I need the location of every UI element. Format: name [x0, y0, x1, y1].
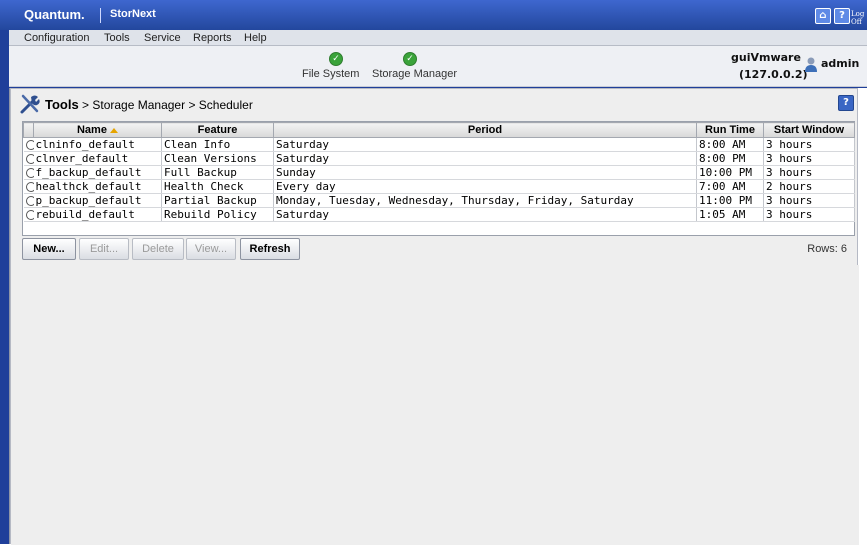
row-select-radio[interactable]: [25, 168, 34, 178]
cell-period: Every day: [273, 179, 697, 194]
row-select-radio[interactable]: [25, 140, 34, 150]
table-header-row: Name Feature Period Run Time Start Windo…: [23, 122, 855, 138]
cell-name: rebuild_default: [33, 207, 162, 222]
table-row[interactable]: clninfo_default Clean Info Saturday 8:00…: [23, 137, 855, 152]
host-ip: (127.0.0.2): [739, 68, 808, 81]
cell-name: clninfo_default: [33, 137, 162, 152]
cell-feature: Full Backup: [161, 165, 274, 180]
breadcrumb: Tools > Storage Manager > Scheduler: [45, 97, 253, 112]
menu-configuration[interactable]: Configuration: [24, 32, 89, 44]
menu-tools[interactable]: Tools: [104, 32, 130, 44]
cell-runtime: 11:00 PM: [696, 193, 764, 208]
column-header-feature[interactable]: Feature: [161, 122, 274, 138]
cell-name: p_backup_default: [33, 193, 162, 208]
breadcrumb-path: > Storage Manager > Scheduler: [78, 98, 253, 112]
cell-runtime: 10:00 PM: [696, 165, 764, 180]
cell-period: Sunday: [273, 165, 697, 180]
cell-startwindow: 3 hours: [763, 165, 855, 180]
user-name[interactable]: admin: [821, 57, 859, 70]
edit-button[interactable]: Edit...: [79, 238, 129, 260]
breadcrumb-root: Tools: [45, 97, 79, 112]
cell-feature: Health Check: [161, 179, 274, 194]
menu-help[interactable]: Help: [244, 32, 267, 44]
scheduler-panel: Tools > Storage Manager > Scheduler ? Na…: [10, 88, 859, 545]
help-icon[interactable]: ?: [834, 8, 850, 24]
cell-period: Monday, Tuesday, Wednesday, Thursday, Fr…: [273, 193, 697, 208]
refresh-button[interactable]: Refresh: [240, 238, 300, 260]
cell-name: f_backup_default: [33, 165, 162, 180]
menu-reports[interactable]: Reports: [193, 32, 232, 44]
column-header-period[interactable]: Period: [273, 122, 697, 138]
cell-feature: Partial Backup: [161, 193, 274, 208]
empty-workarea: [11, 265, 859, 545]
home-icon[interactable]: ⌂: [815, 8, 831, 24]
cell-runtime: 7:00 AM: [696, 179, 764, 194]
cell-startwindow: 3 hours: [763, 207, 855, 222]
quantum-logo: Quantum.: [24, 7, 85, 22]
app-frame: Quantum. StorNext ⌂ ? Log Off Configurat…: [0, 0, 867, 545]
sort-ascending-icon: [110, 127, 119, 133]
cell-period: Saturday: [273, 151, 697, 166]
scheduler-table: Name Feature Period Run Time Start Windo…: [22, 121, 855, 236]
status-filesystem-label[interactable]: File System: [302, 68, 359, 80]
menu-bar: Configuration Tools Service Reports Help: [9, 30, 867, 46]
cell-name: healthck_default: [33, 179, 162, 194]
column-header-runtime[interactable]: Run Time: [696, 122, 764, 138]
storage-manager-check-icon: ✓: [403, 52, 417, 66]
host-name: guiVmware: [731, 51, 801, 64]
cell-runtime: 1:05 AM: [696, 207, 764, 222]
table-row[interactable]: p_backup_default Partial Backup Monday, …: [23, 193, 855, 208]
title-bar: Quantum. StorNext ⌂ ? Log Off: [0, 0, 867, 30]
filesystem-check-icon: ✓: [329, 52, 343, 66]
table-row[interactable]: clnver_default Clean Versions Saturday 8…: [23, 151, 855, 166]
cell-name: clnver_default: [33, 151, 162, 166]
cell-runtime: 8:00 PM: [696, 151, 764, 166]
row-select-radio[interactable]: [25, 182, 34, 192]
cell-period: Saturday: [273, 207, 697, 222]
new-button[interactable]: New...: [22, 238, 76, 260]
status-storage-manager-label[interactable]: Storage Manager: [372, 68, 457, 80]
cell-period: Saturday: [273, 137, 697, 152]
cell-startwindow: 2 hours: [763, 179, 855, 194]
table-row[interactable]: f_backup_default Full Backup Sunday 10:0…: [23, 165, 855, 180]
cell-startwindow: 3 hours: [763, 137, 855, 152]
help-icon[interactable]: ?: [838, 95, 854, 111]
cell-runtime: 8:00 AM: [696, 137, 764, 152]
cell-startwindow: 3 hours: [763, 151, 855, 166]
row-select-radio[interactable]: [25, 196, 34, 206]
view-button[interactable]: View...: [186, 238, 236, 260]
row-select-radio[interactable]: [25, 210, 34, 220]
cell-feature: Clean Info: [161, 137, 274, 152]
user-icon: [805, 57, 817, 72]
main-content: Tools > Storage Manager > Scheduler ? Na…: [9, 88, 867, 545]
product-name: StorNext: [110, 8, 156, 20]
rows-count: Rows: 6: [807, 243, 847, 255]
row-select-radio[interactable]: [25, 154, 34, 164]
logoff-link[interactable]: Log Off: [851, 10, 867, 26]
cell-feature: Clean Versions: [161, 151, 274, 166]
brand-divider: [100, 8, 101, 23]
menu-service[interactable]: Service: [144, 32, 181, 44]
cell-feature: Rebuild Policy: [161, 207, 274, 222]
column-header-select: [23, 122, 34, 138]
column-header-name[interactable]: Name: [33, 122, 162, 138]
cell-startwindow: 3 hours: [763, 193, 855, 208]
button-bar: New... Edit... Delete View... Refresh Ro…: [22, 238, 853, 260]
status-bar: ✓ File System ✓ Storage Manager guiVmwar…: [9, 46, 867, 87]
table-row[interactable]: rebuild_default Rebuild Policy Saturday …: [23, 207, 855, 222]
column-header-startwindow[interactable]: Start Window: [763, 122, 855, 138]
tools-icon: [20, 94, 40, 114]
table-row[interactable]: healthck_default Health Check Every day …: [23, 179, 855, 194]
delete-button[interactable]: Delete: [132, 238, 184, 260]
